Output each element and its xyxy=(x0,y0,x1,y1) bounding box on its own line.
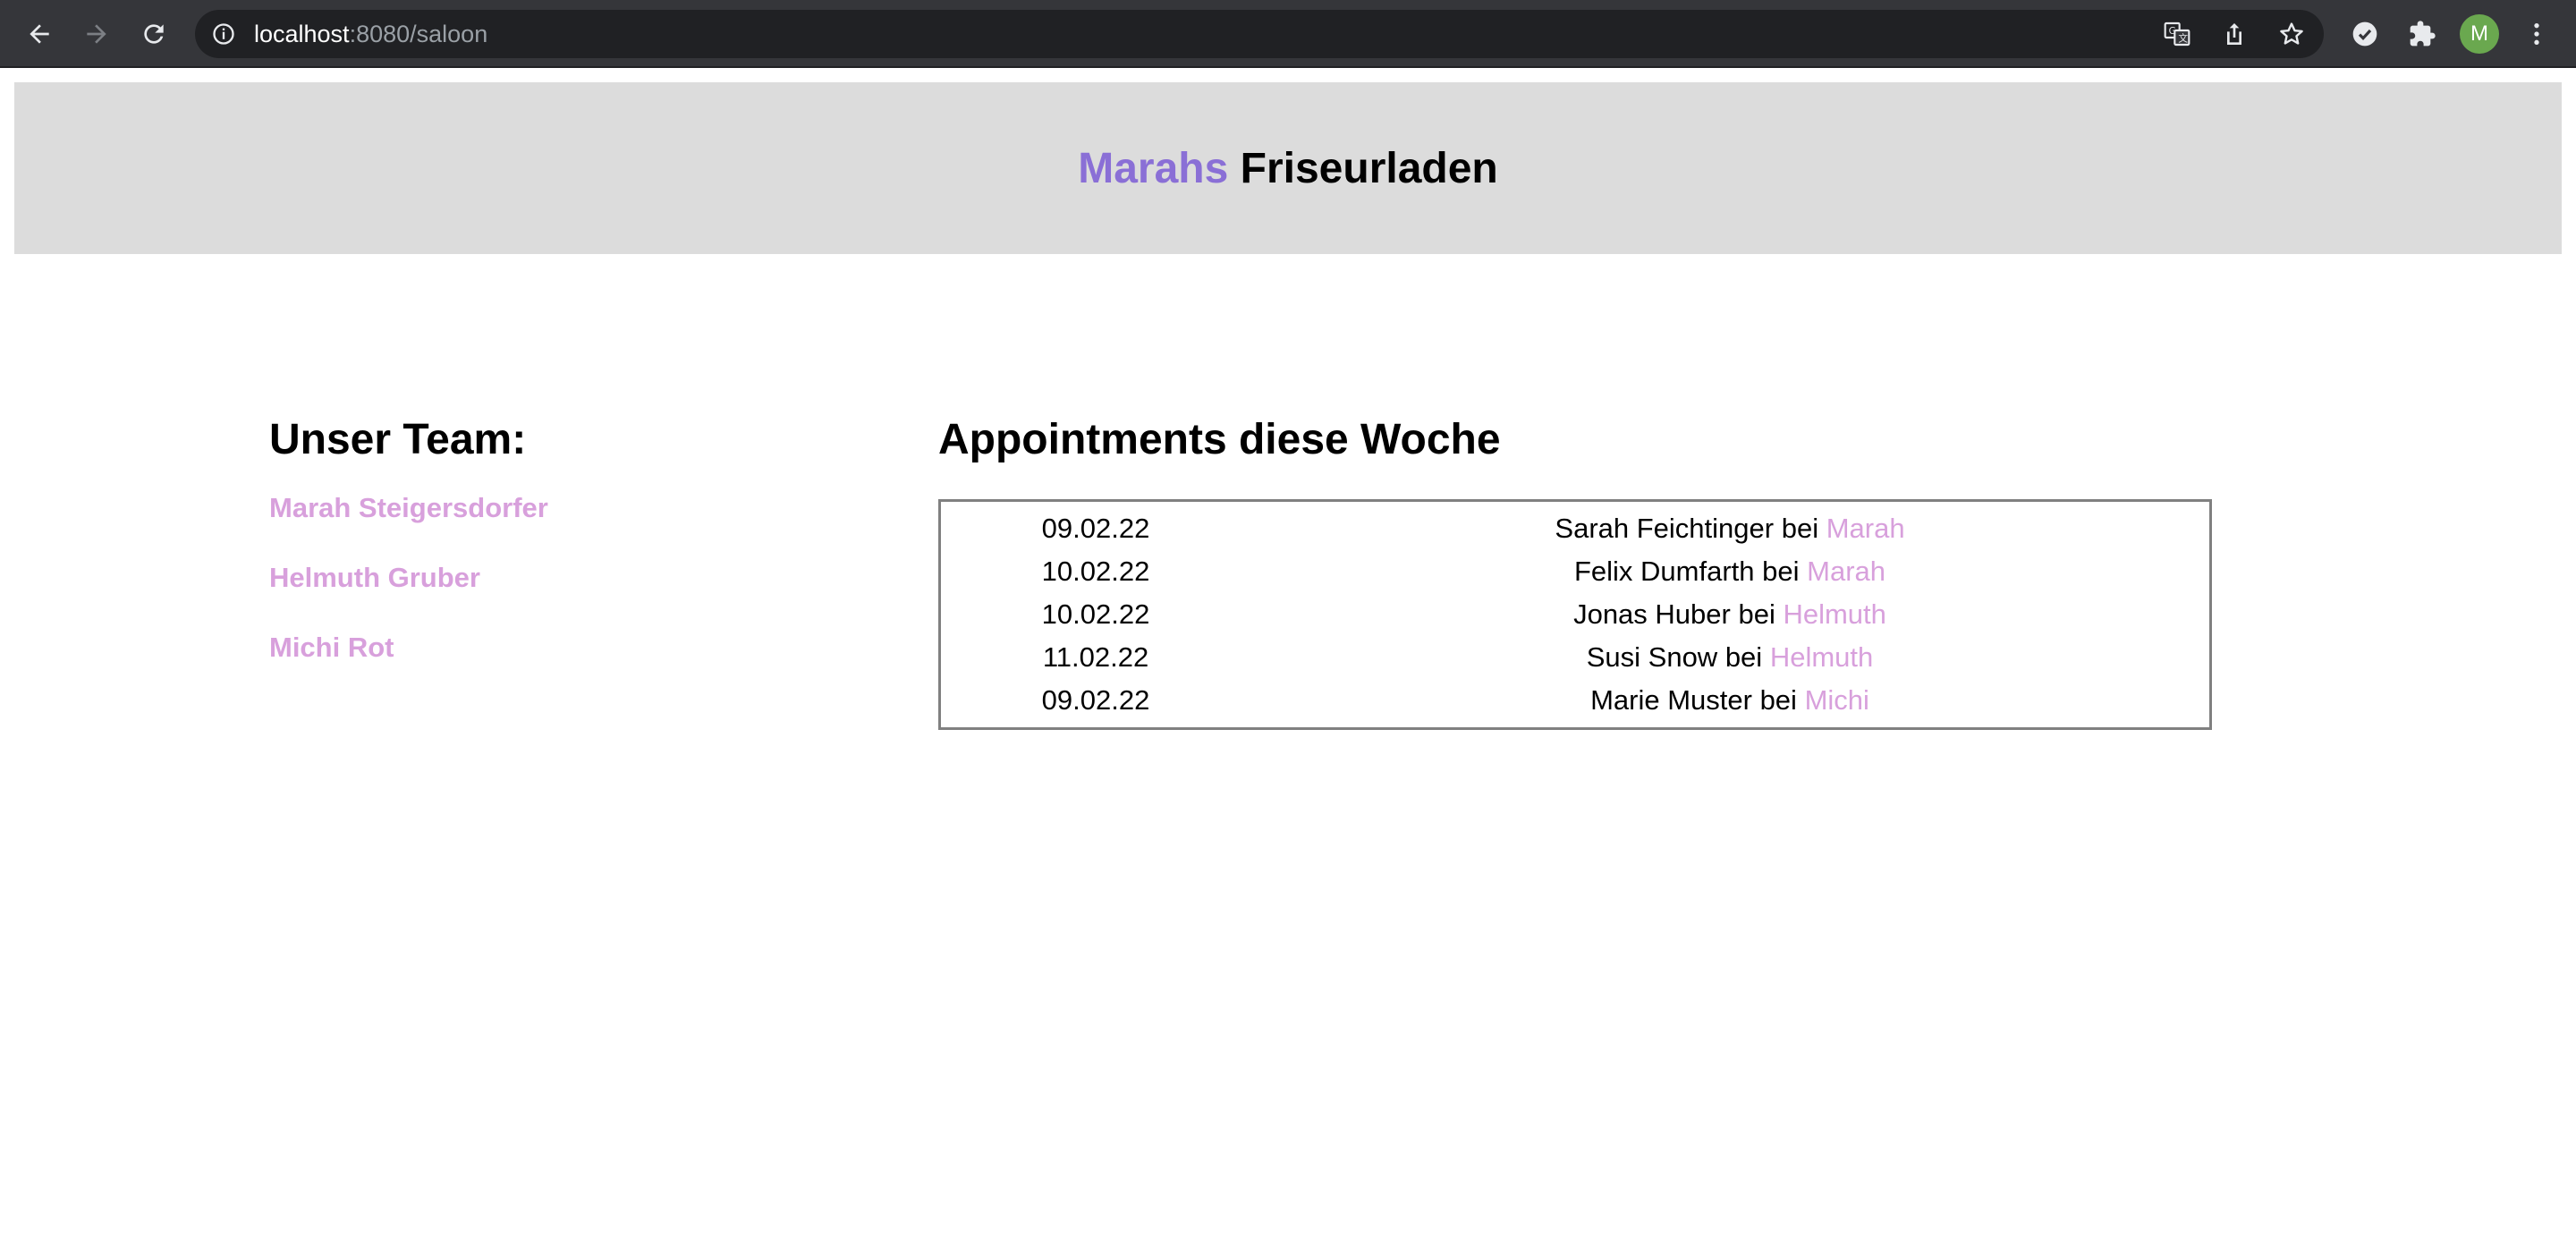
back-icon[interactable] xyxy=(21,16,57,52)
table-row: 09.02.22 Sarah Feichtinger bei Marah xyxy=(941,507,2209,550)
appointments-table: 09.02.22 Sarah Feichtinger bei Marah 10.… xyxy=(938,499,2212,730)
client-name: Felix Dumfarth xyxy=(1573,556,1755,587)
appointment-date: 10.02.22 xyxy=(1041,556,1150,587)
connector-text: bei xyxy=(1751,684,1805,716)
team-list: Marah Steigersdorfer Helmuth Gruber Mich… xyxy=(269,490,806,666)
profile-avatar[interactable]: M xyxy=(2460,14,2499,54)
connector-text: bei xyxy=(1774,513,1826,544)
client-name: Jonas Huber xyxy=(1573,598,1731,630)
team-member-link[interactable]: Michi Rot xyxy=(269,630,806,666)
header-banner: Marahs Friseurladen xyxy=(14,82,2562,254)
appointment-detail: Susi Snow bei Helmuth xyxy=(1250,636,2209,679)
client-name: Marie Muster xyxy=(1590,684,1752,716)
forward-icon[interactable] xyxy=(79,16,114,52)
team-heading: Unser Team: xyxy=(269,416,527,463)
stylist-link[interactable]: Marah xyxy=(1807,556,1885,587)
menu-icon[interactable] xyxy=(2519,16,2555,52)
table-row: 10.02.22 Felix Dumfarth bei Marah xyxy=(941,550,2209,593)
table-row: 10.02.22 Jonas Huber bei Helmuth xyxy=(941,593,2209,636)
appointment-detail: Jonas Huber bei Helmuth xyxy=(1250,593,2209,636)
appointments-section: Appointments diese Woche 09.02.22 Sarah … xyxy=(938,411,2214,730)
client-name: Susi Snow xyxy=(1586,641,1718,673)
appointment-date: 10.02.22 xyxy=(1041,598,1150,630)
appointment-date: 09.02.22 xyxy=(1041,513,1150,544)
team-member-link[interactable]: Marah Steigersdorfer xyxy=(269,490,806,526)
appointment-detail: Marie Muster bei Michi xyxy=(1250,679,2209,722)
stylist-link[interactable]: Marah xyxy=(1826,513,1905,544)
stylist-link[interactable]: Helmuth xyxy=(1770,641,1873,673)
info-icon[interactable] xyxy=(211,21,236,47)
connector-text: bei xyxy=(1754,556,1808,587)
table-row: 11.02.22 Susi Snow bei Helmuth xyxy=(941,636,2209,679)
extension-check-icon[interactable] xyxy=(2347,16,2383,52)
stylist-link[interactable]: Helmuth xyxy=(1783,598,1885,630)
appointment-detail: Sarah Feichtinger bei Marah xyxy=(1250,507,2209,550)
appointment-detail: Felix Dumfarth bei Marah xyxy=(1250,550,2209,593)
url-path: :8080/saloon xyxy=(349,21,488,47)
appointments-heading: Appointments diese Woche xyxy=(938,416,1501,463)
client-name: Sarah Feichtinger xyxy=(1555,513,1775,544)
stylist-link[interactable]: Michi xyxy=(1805,684,1869,716)
team-section: Unser Team: Marah Steigersdorfer Helmuth… xyxy=(269,411,806,700)
puzzle-icon[interactable] xyxy=(2404,16,2440,52)
share-icon[interactable] xyxy=(2220,20,2249,48)
team-member-link[interactable]: Helmuth Gruber xyxy=(269,560,806,596)
url-text: localhost:8080/saloon xyxy=(254,10,487,58)
svg-text:G: G xyxy=(2169,25,2176,37)
brand-name: Marahs xyxy=(1078,144,1229,192)
appointment-date: 11.02.22 xyxy=(1042,641,1149,673)
connector-text: bei xyxy=(1730,598,1784,630)
star-icon[interactable] xyxy=(2277,20,2306,48)
translate-icon[interactable]: G 文 xyxy=(2163,20,2191,48)
connector-text: bei xyxy=(1717,641,1770,673)
url-host: localhost xyxy=(254,21,350,47)
appointment-date: 09.02.22 xyxy=(1041,684,1150,716)
browser-toolbar: localhost:8080/saloon G 文 M xyxy=(0,0,2576,68)
address-bar[interactable]: localhost:8080/saloon G 文 xyxy=(195,10,2324,58)
page-title: Marahs Friseurladen xyxy=(1078,144,1498,193)
title-rest: Friseurladen xyxy=(1228,144,1498,192)
reload-icon[interactable] xyxy=(136,16,172,52)
svg-text:文: 文 xyxy=(2178,33,2188,45)
table-row: 09.02.22 Marie Muster bei Michi xyxy=(941,679,2209,722)
